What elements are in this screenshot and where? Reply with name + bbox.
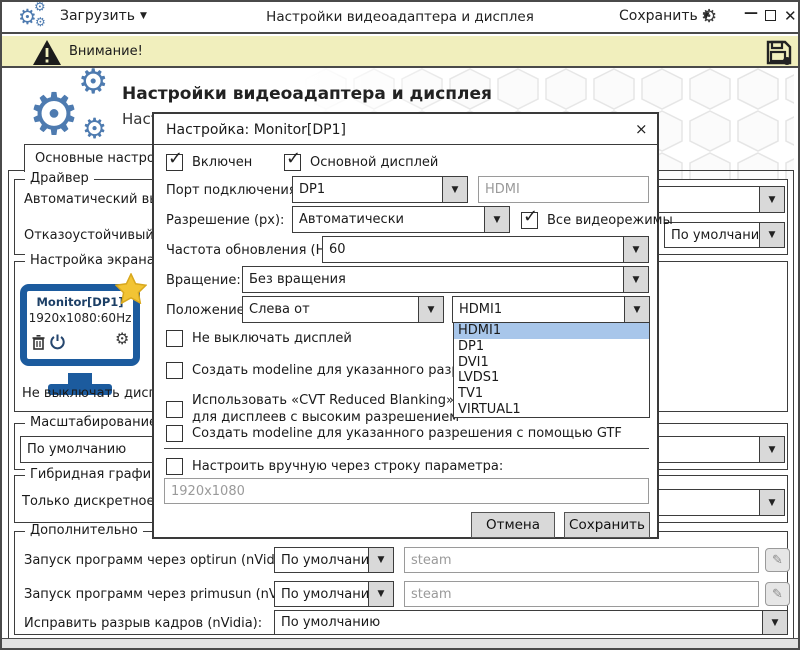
- dropdown-option[interactable]: TV1: [454, 386, 649, 402]
- manual-param-input[interactable]: [164, 478, 649, 504]
- optirun-app-input[interactable]: [404, 547, 759, 573]
- chevron-down-icon[interactable]: ▼: [623, 237, 648, 262]
- chevron-down-icon[interactable]: ▼: [418, 297, 443, 322]
- app-window: ⚙ ⚙ ⚙ Загрузить ▼ Настройки видеоадаптер…: [0, 0, 800, 650]
- monitor-mode: 1920x1080:60Hz: [27, 311, 133, 325]
- primusun-edit-button[interactable]: ✎: [765, 582, 790, 606]
- save-floppy-icon[interactable]: [766, 40, 792, 65]
- primusun-label: Запуск программ через primusun (nVidia):: [24, 587, 310, 602]
- delete-trash-icon[interactable]: [32, 335, 45, 350]
- save-menu-button[interactable]: Сохранить ▼: [619, 8, 710, 24]
- enabled-checkbox[interactable]: Включен: [166, 154, 252, 171]
- dropdown-option-selected[interactable]: HDMI1: [454, 323, 649, 339]
- window-bottom-strip: [2, 638, 798, 648]
- cancel-button[interactable]: Отмена: [471, 512, 555, 538]
- refresh-combobox[interactable]: 60 ▼: [322, 236, 649, 263]
- dialog-title: Настройка: Monitor[DP1]: [166, 122, 346, 138]
- checkbox-unchecked[interactable]: [166, 458, 183, 475]
- primusun-app-input[interactable]: [404, 581, 759, 607]
- page-title: Настройки видеоадаптера и дисплея: [122, 84, 492, 104]
- resolution-combobox[interactable]: Автоматически ▼: [292, 206, 510, 233]
- all-videomodes-checkbox[interactable]: Все видеорежимы: [521, 212, 673, 229]
- chevron-down-icon[interactable]: ▼: [623, 267, 648, 292]
- chevron-down-icon[interactable]: ▼: [759, 490, 784, 515]
- monitor-gear-icon[interactable]: ⚙: [115, 329, 129, 348]
- dropdown-option[interactable]: DP1: [454, 339, 649, 355]
- gtf-checkbox[interactable]: Создать modeline для указанного разрешен…: [166, 425, 622, 442]
- chevron-down-icon[interactable]: ▼: [759, 187, 784, 212]
- optirun-edit-button[interactable]: ✎: [765, 548, 790, 572]
- chevron-down-icon[interactable]: ▼: [368, 582, 393, 606]
- dont-poweroff-checkbox[interactable]: Не выключать дисплей: [166, 330, 352, 347]
- port-combobox[interactable]: DP1 ▼: [292, 176, 468, 203]
- checkbox-checked[interactable]: [521, 212, 538, 229]
- relative-display-combobox[interactable]: HDMI1 ▼: [452, 296, 650, 323]
- rotation-combobox[interactable]: Без вращения ▼: [242, 266, 649, 293]
- extra-legend: Дополнительно: [25, 523, 143, 538]
- minimize-button[interactable]: —: [744, 5, 758, 21]
- dialog-separator: [164, 448, 649, 449]
- dialog-save-button[interactable]: Сохранить: [564, 512, 650, 538]
- checkbox-unchecked[interactable]: [166, 362, 183, 379]
- warning-bar: Внимание!: [2, 36, 798, 68]
- dropdown-option[interactable]: DVI1: [454, 354, 649, 370]
- chevron-down-icon[interactable]: ▼: [759, 437, 784, 462]
- resolution-label: Разрешение (px):: [166, 213, 284, 228]
- tearfix-label: Исправить разрыв кадров (nVidia):: [24, 616, 262, 631]
- dialog-close-icon[interactable]: ×: [635, 120, 648, 138]
- screen-setup-legend: Настройка экрана: [25, 253, 160, 268]
- pencil-icon: ✎: [772, 587, 783, 602]
- chevron-down-icon[interactable]: ▼: [442, 177, 467, 202]
- cvt-label-line2: для дисплеев с высоким разрешением: [192, 410, 459, 425]
- pencil-icon: ✎: [772, 553, 783, 568]
- chevron-down-icon[interactable]: ▼: [759, 223, 784, 247]
- driver-failsafe-combobox[interactable]: По умолчанию ▼: [664, 222, 785, 248]
- dialog-title-separator: [154, 144, 657, 145]
- save-menu-label: Сохранить: [619, 8, 698, 24]
- manual-checkbox[interactable]: Настроить вручную через строку параметра…: [166, 458, 503, 475]
- tearfix-combobox[interactable]: По умолчанию ▼: [274, 610, 788, 635]
- dropdown-option[interactable]: LVDS1: [454, 370, 649, 386]
- driver-legend: Драйвер: [25, 171, 94, 186]
- optirun-combobox[interactable]: По умолчанию ▼: [274, 547, 394, 573]
- power-icon[interactable]: [50, 334, 65, 350]
- hybrid-legend: Гибридная графика: [25, 467, 172, 482]
- chevron-down-icon[interactable]: ▼: [762, 611, 787, 634]
- monitor-settings-dialog: Настройка: Monitor[DP1] × Включен Основн…: [152, 112, 659, 539]
- warning-text: Внимание!: [69, 44, 143, 59]
- port-label: Порт подключения:: [166, 183, 301, 198]
- checkbox-checked[interactable]: [284, 154, 301, 171]
- primary-display-checkbox[interactable]: Основной дисплей: [284, 154, 438, 171]
- chevron-down-icon[interactable]: ▼: [368, 548, 393, 572]
- position-combobox[interactable]: Слева от ▼: [242, 296, 444, 323]
- primary-star-icon: [115, 273, 147, 304]
- dropdown-option[interactable]: VIRTUAL1: [454, 401, 649, 417]
- rotation-label: Вращение:: [166, 273, 241, 288]
- title-bar: ⚙ ⚙ ⚙ Загрузить ▼ Настройки видеоадаптер…: [2, 2, 798, 34]
- checkbox-checked[interactable]: [166, 154, 183, 171]
- settings-gear-icon[interactable]: ⚙: [701, 6, 717, 27]
- checkbox-unchecked[interactable]: [166, 330, 183, 347]
- checkbox-unchecked[interactable]: [166, 425, 183, 442]
- chevron-down-icon[interactable]: ▼: [624, 297, 649, 322]
- warning-triangle-icon: [32, 39, 62, 66]
- optirun-label: Запуск программ через optirun (nVidia):: [24, 553, 296, 568]
- position-label: Положение:: [166, 303, 249, 318]
- port-custom-input[interactable]: [478, 176, 649, 203]
- primusun-combobox[interactable]: По умолчанию ▼: [274, 581, 394, 607]
- close-window-button[interactable]: ✕: [784, 7, 797, 25]
- relative-display-dropdown-list: HDMI1 DP1 DVI1 LVDS1 TV1 VIRTUAL1: [453, 322, 650, 418]
- maximize-button[interactable]: [765, 10, 776, 21]
- refresh-label: Частота обновления (Hz):: [166, 243, 342, 258]
- tab-main-settings[interactable]: Основные настройки: [24, 144, 164, 172]
- checkbox-unchecked[interactable]: [166, 401, 183, 418]
- chevron-down-icon[interactable]: ▼: [484, 207, 509, 232]
